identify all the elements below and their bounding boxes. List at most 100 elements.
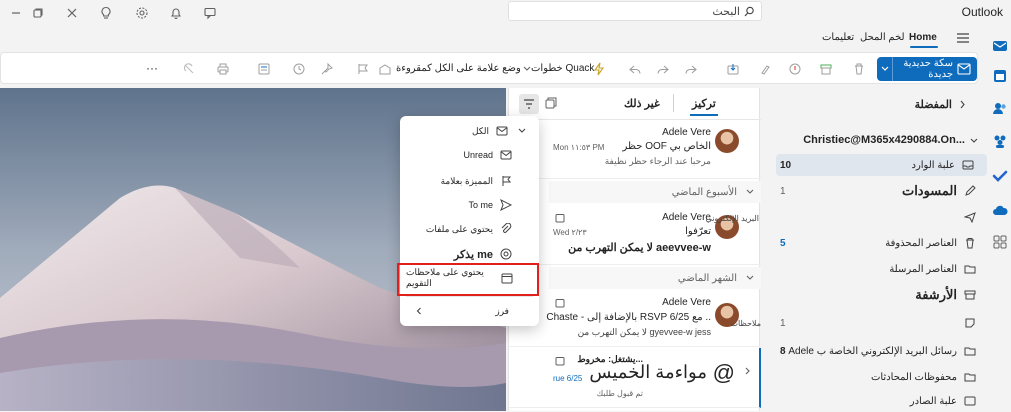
message-subject: تعرّفوا <box>685 226 711 237</box>
folder-count: 5 <box>780 237 786 249</box>
folder-adele[interactable]: رسائل البريد الإلكتروني الخاصة ب Adele 8 <box>762 340 989 362</box>
message-prefix: يشتغل: مخروط... <box>577 354 643 364</box>
section-label: الأسبوع الماضي <box>671 186 737 198</box>
section-label: الشهر الماضي <box>677 272 737 284</box>
account-name[interactable]: Christiec@M365x4290884.On... <box>762 134 989 146</box>
favorites-header[interactable]: المفضلة <box>915 98 967 111</box>
calendar-small-icon <box>555 356 565 366</box>
folder-sent[interactable] <box>762 206 989 228</box>
send-icon <box>963 210 977 224</box>
onedrive-app-icon[interactable] <box>992 202 1008 218</box>
filter-unread[interactable]: Unread <box>406 144 533 166</box>
folder-inbox[interactable]: علبة الوارد 10 <box>776 154 987 176</box>
more-options-button[interactable]: ··· <box>146 61 158 75</box>
message-subject: حظر OOF الخاص بي <box>622 141 711 152</box>
filter-flagged[interactable]: المميزة بعلامة <box>406 170 533 192</box>
mark-read-icon[interactable] <box>377 61 393 77</box>
close-icon[interactable] <box>62 3 82 23</box>
section-last-week[interactable]: الأسبوع الماضي <box>549 181 761 203</box>
search-placeholder: البحث <box>712 5 740 18</box>
message-item[interactable]: ملاحظات Adele Vere Chaste - بالإضافة إلى… <box>509 291 761 347</box>
mark-all-read-button[interactable]: وضع علامة على الكل كمقروءة <box>396 63 521 74</box>
pin-icon[interactable] <box>319 61 335 77</box>
folder-sent-items[interactable]: العناصر المرسلة <box>762 258 989 280</box>
folder-icon <box>963 344 977 358</box>
message-sender: مواءمة الخميس <box>589 362 707 382</box>
tab-home[interactable]: Home <box>909 32 937 43</box>
inbox-icon <box>961 158 975 172</box>
folder-notes[interactable]: 1 <box>762 312 989 334</box>
trash-icon <box>963 236 977 250</box>
folder-outbox[interactable]: علبة الصادر <box>762 390 989 412</box>
bell-icon[interactable] <box>166 3 186 23</box>
hamburger-menu-icon[interactable] <box>956 32 970 44</box>
feedback-icon[interactable] <box>200 3 220 23</box>
outbox-icon <box>963 394 977 408</box>
envelope-icon <box>499 148 513 162</box>
folder-drafts[interactable]: المسودات 1 <box>762 180 989 202</box>
archive-icon[interactable] <box>818 61 834 77</box>
filter-mentions[interactable]: يذكر me <box>406 243 533 265</box>
restore-icon[interactable] <box>28 3 48 23</box>
minimize-icon[interactable] <box>6 3 26 23</box>
folder-label: الأرشفة <box>915 287 957 302</box>
select-mode-icon[interactable] <box>545 97 557 109</box>
folder-deleted[interactable]: العناصر المحذوفة 5 <box>762 232 989 254</box>
folder-count: 1 <box>780 317 786 329</box>
filter-all[interactable]: الكل <box>406 120 533 142</box>
message-item[interactable]: @ مواءمة الخميس يشتغل: مخروط... rue 6/25… <box>509 348 761 408</box>
folder-archive[interactable]: الأرشفة <box>762 284 989 306</box>
flag-toolbar-icon[interactable] <box>355 61 371 77</box>
mail-app-icon[interactable] <box>992 38 1008 54</box>
new-mail-button[interactable]: سكة حديدية جديدة <box>877 57 977 81</box>
mention-symbol: @ <box>712 360 735 385</box>
gear-icon[interactable] <box>132 3 152 23</box>
forward-icon[interactable] <box>683 61 699 77</box>
tab-divider <box>673 94 674 112</box>
snooze-icon[interactable] <box>291 61 307 77</box>
reply-icon[interactable] <box>627 61 643 77</box>
message-list-header: غير ذلك تركيز <box>509 88 761 120</box>
message-preview: لا يمكن التهرب من aeevvee-w <box>568 242 711 254</box>
tab-help[interactable]: تعليمات <box>822 32 854 43</box>
undo-icon[interactable] <box>181 61 197 77</box>
menu-item-label: To me <box>468 200 493 210</box>
delete-icon[interactable] <box>851 61 867 77</box>
teams-app-icon[interactable] <box>992 134 1008 150</box>
app-rail <box>989 26 1011 411</box>
message-item[interactable]: Adele Vere حظر OOF الخاص بي Mon ١١:٥٣ PM… <box>509 121 761 179</box>
new-mail-label: سكة حديدية جديدة <box>903 58 953 80</box>
search-box[interactable]: البحث <box>508 1 762 21</box>
filter-to-me[interactable]: To me <box>406 194 533 216</box>
reply-all-icon[interactable] <box>655 61 671 77</box>
more-apps-icon[interactable] <box>992 234 1008 250</box>
filter-icon[interactable] <box>519 94 539 114</box>
tab-focused[interactable]: تركيز <box>692 97 716 110</box>
calendar-app-icon[interactable] <box>992 68 1008 84</box>
message-time: Wed ٢/٢٣ <box>553 228 587 237</box>
archive-icon <box>963 288 977 302</box>
chevron-down-icon[interactable] <box>969 136 979 146</box>
message-prefix: البريد الإلكتروني <box>705 214 759 223</box>
people-app-icon[interactable] <box>992 100 1008 116</box>
report-icon[interactable] <box>787 61 803 77</box>
move-icon[interactable] <box>725 61 741 77</box>
quick-steps-button[interactable]: خطوات Quack <box>531 63 594 74</box>
sweep-icon[interactable] <box>757 61 773 77</box>
filter-has-files[interactable]: يحتوي على ملفات <box>406 218 533 240</box>
rules-icon[interactable] <box>256 61 272 77</box>
tab-other[interactable]: غير ذلك <box>624 97 660 110</box>
folder-conversation-history[interactable]: محفوظات المحادثات <box>762 366 989 388</box>
message-list: غير ذلك تركيز Adele Vere حظر OOF الخاص ب… <box>508 88 761 411</box>
new-mail-dropdown-icon[interactable] <box>877 57 893 81</box>
todo-app-icon[interactable] <box>992 168 1008 184</box>
lightbulb-icon[interactable] <box>96 3 116 23</box>
message-item[interactable]: البريد الإلكتروني Adele Vere تعرّفوا Wed… <box>509 205 761 265</box>
sort-menu-item[interactable]: فرز <box>406 300 533 322</box>
print-icon[interactable] <box>215 61 231 77</box>
section-last-month[interactable]: الشهر الماضي <box>549 267 761 289</box>
tab-view[interactable]: لخم المحل <box>860 32 905 43</box>
chevron-down-icon <box>745 187 755 197</box>
folder-count: 8 <box>780 345 786 357</box>
message-sender: Adele Vere <box>662 127 711 138</box>
